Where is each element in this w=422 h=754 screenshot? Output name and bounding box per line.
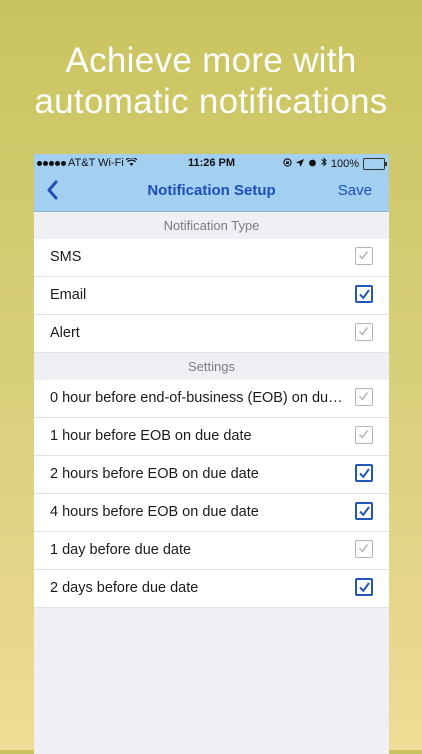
nav-title: Notification Setup — [147, 182, 276, 199]
row-label: SMS — [50, 249, 82, 265]
status-right: 100% — [283, 157, 387, 170]
row-label: Alert — [50, 325, 80, 341]
status-bar: AT&T Wi-Fi 11:26 PM 100% — [34, 154, 389, 172]
section-header-settings: Settings — [34, 353, 389, 380]
row-sms[interactable]: SMS — [34, 239, 389, 277]
settings-list: Notification Type SMS Email Alert Settin… — [34, 212, 389, 608]
row-label: 0 hour before end-of-business (EOB) on d… — [50, 390, 345, 406]
save-button[interactable]: Save — [338, 182, 372, 199]
checkbox-unchecked[interactable] — [355, 247, 373, 265]
checkbox-checked[interactable] — [355, 464, 373, 482]
row-label: 1 day before due date — [50, 542, 192, 558]
row-label: 4 hours before EOB on due date — [50, 504, 259, 520]
checkbox-checked[interactable] — [355, 578, 373, 596]
row-1-day-before[interactable]: 1 day before due date — [34, 532, 389, 570]
battery-icon — [363, 157, 387, 170]
checkbox-unchecked[interactable] — [355, 388, 373, 406]
section-header-notification-type: Notification Type — [34, 212, 389, 239]
orientation-lock-icon — [283, 157, 292, 170]
battery-percent: 100% — [330, 157, 359, 170]
promo-line-1: Achieve more with — [65, 41, 357, 80]
row-2-days-before[interactable]: 2 days before due date — [34, 570, 389, 608]
row-0-hour-before-eob[interactable]: 0 hour before end-of-business (EOB) on d… — [34, 380, 389, 418]
promo-line-2: automatic notifications — [34, 82, 388, 121]
bluetooth-icon — [321, 157, 327, 170]
checkbox-checked[interactable] — [355, 502, 373, 520]
row-label: 1 hour before EOB on due date — [50, 428, 252, 444]
checkbox-checked[interactable] — [355, 285, 373, 303]
checkbox-unchecked[interactable] — [355, 323, 373, 341]
checkbox-unchecked[interactable] — [355, 540, 373, 558]
row-label: 2 hours before EOB on due date — [50, 466, 259, 482]
phone-screen: AT&T Wi-Fi 11:26 PM 100% Notification Se… — [34, 154, 389, 754]
row-label: 2 days before due date — [50, 580, 199, 596]
alarm-icon — [308, 158, 317, 170]
nav-bar: Notification Setup Save — [34, 172, 389, 211]
row-1-hour-before-eob[interactable]: 1 hour before EOB on due date — [34, 418, 389, 456]
row-alert[interactable]: Alert — [34, 315, 389, 353]
checkbox-unchecked[interactable] — [355, 426, 373, 444]
row-2-hours-before-eob[interactable]: 2 hours before EOB on due date — [34, 456, 389, 494]
row-email[interactable]: Email — [34, 277, 389, 315]
location-icon — [295, 158, 304, 170]
row-label: Email — [50, 287, 87, 303]
row-4-hours-before-eob[interactable]: 4 hours before EOB on due date — [34, 494, 389, 532]
top-bar: AT&T Wi-Fi 11:26 PM 100% Notification Se… — [34, 154, 389, 212]
promo-headline: Achieve more with automatic notification… — [0, 40, 422, 122]
